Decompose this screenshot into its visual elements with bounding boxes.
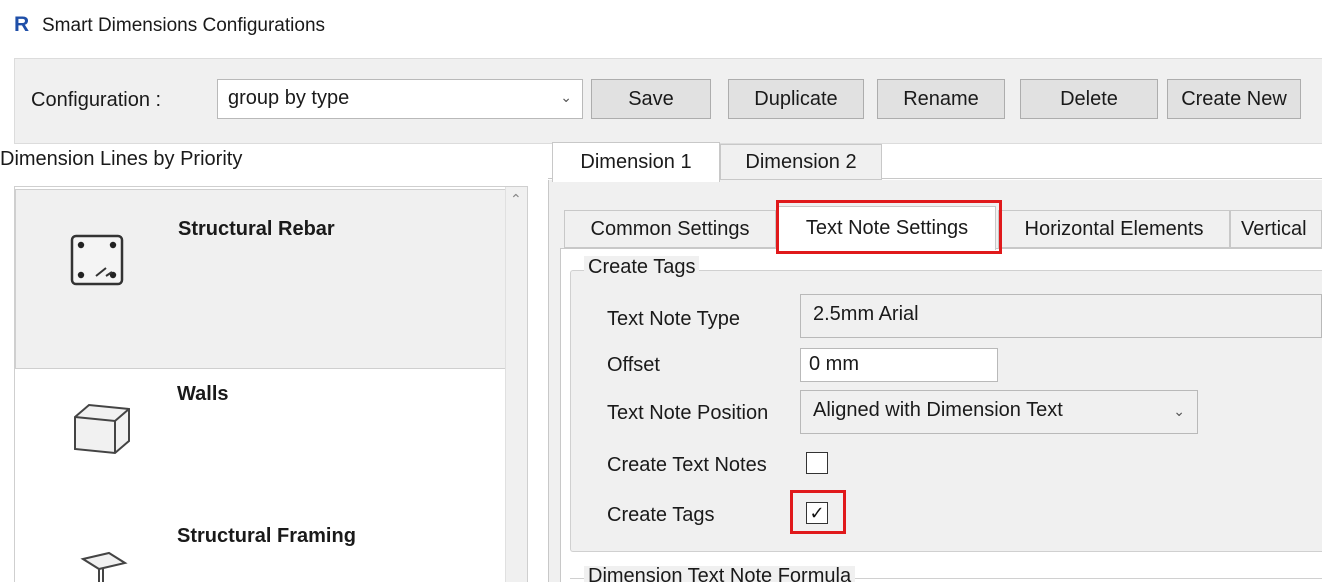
- tab-dimension-1[interactable]: Dimension 1: [552, 142, 720, 182]
- wall-icon: [74, 403, 130, 455]
- text-note-position-dropdown[interactable]: Aligned with Dimension Text ⌄: [800, 390, 1198, 434]
- delete-button[interactable]: Delete: [1020, 79, 1158, 119]
- create-text-notes-label: Create Text Notes: [607, 454, 767, 476]
- tab-common-settings[interactable]: Common Settings: [564, 210, 776, 248]
- configuration-dropdown[interactable]: group by type ⌄: [217, 79, 583, 119]
- dimension-lines-list: Structural Rebar Walls Structural Framin…: [14, 186, 528, 582]
- tab-dimension-2[interactable]: Dimension 2: [720, 144, 882, 180]
- create-tags-group-title: Create Tags: [584, 256, 700, 279]
- tab-text-note-settings[interactable]: Text Note Settings: [778, 206, 996, 250]
- configuration-value: group by type: [228, 87, 350, 109]
- text-note-type-dropdown[interactable]: 2.5mm Arial: [800, 294, 1322, 338]
- structural-rebar-icon: [70, 234, 124, 286]
- window-title: Smart Dimensions Configurations: [42, 15, 326, 36]
- list-item-label: Walls: [177, 383, 229, 405]
- tab-horizontal-elements[interactable]: Horizontal Elements: [998, 210, 1230, 248]
- list-item-structural-framing[interactable]: Structural Framing: [15, 499, 507, 582]
- save-button[interactable]: Save: [591, 79, 711, 119]
- duplicate-button[interactable]: Duplicate: [728, 79, 864, 119]
- chevron-up-icon[interactable]: ⌃: [510, 191, 522, 208]
- offset-label: Offset: [607, 354, 660, 376]
- text-note-position-label: Text Note Position: [607, 402, 769, 424]
- text-note-type-value: 2.5mm Arial: [813, 303, 919, 325]
- tab-vertical[interactable]: Vertical: [1230, 210, 1322, 248]
- text-note-position-value: Aligned with Dimension Text: [813, 399, 1063, 421]
- create-tags-checkbox[interactable]: ✓: [806, 502, 828, 524]
- list-item-walls[interactable]: Walls: [15, 369, 507, 499]
- configuration-label: Configuration :: [31, 89, 162, 111]
- title-bar: R Smart Dimensions Configurations: [0, 0, 1322, 56]
- text-note-type-label: Text Note Type: [607, 308, 741, 330]
- dimension-lines-heading: Dimension Lines by Priority: [0, 148, 243, 170]
- list-item-structural-rebar[interactable]: Structural Rebar: [15, 189, 507, 369]
- list-item-label: Structural Rebar: [178, 218, 335, 240]
- offset-value: 0 mm: [809, 353, 859, 375]
- create-text-notes-checkbox[interactable]: [806, 452, 828, 474]
- rename-button[interactable]: Rename: [877, 79, 1005, 119]
- revit-app-icon: R: [14, 13, 30, 36]
- chevron-down-icon: ⌄: [560, 89, 572, 105]
- formula-group-title: Dimension Text Note Formula: [584, 566, 856, 582]
- structural-framing-icon: [80, 551, 128, 582]
- list-item-label: Structural Framing: [177, 525, 356, 547]
- create-tags-label: Create Tags: [607, 504, 715, 526]
- configuration-toolbar: Configuration : group by type ⌄ Save Dup…: [14, 58, 1322, 144]
- offset-input[interactable]: 0 mm: [800, 348, 998, 382]
- list-scrollbar[interactable]: ⌃: [505, 187, 527, 582]
- chevron-down-icon: ⌄: [1173, 403, 1185, 419]
- create-new-button[interactable]: Create New: [1167, 79, 1301, 119]
- smart-dimensions-window: R Smart Dimensions Configurations Config…: [0, 0, 1322, 582]
